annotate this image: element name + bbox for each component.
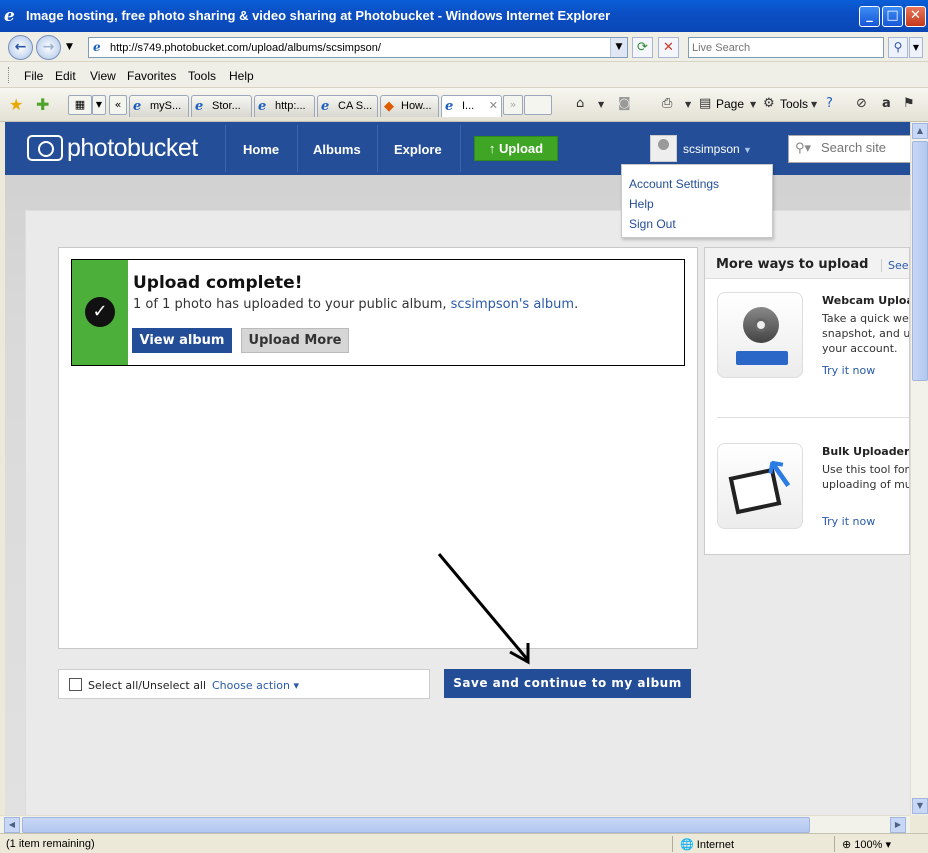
menu-favorites[interactable]: Favorites [127, 69, 176, 83]
tab-close-icon[interactable]: ✕ [489, 99, 498, 112]
add-favorite-icon[interactable]: ✚ [36, 95, 49, 114]
page-icon[interactable]: ▤ [699, 96, 711, 111]
scroll-right-icon[interactable]: ▶ [890, 817, 906, 833]
extension-icon[interactable]: ⚑ [903, 96, 915, 111]
status-divider [672, 836, 673, 852]
feeds-icon[interactable]: ◙ [618, 96, 631, 111]
address-bar[interactable]: e http://s749.photobucket.com/upload/alb… [88, 37, 628, 58]
tools-menu[interactable]: Tools [780, 97, 808, 111]
window-title: Image hosting, free photo sharing & vide… [26, 8, 611, 23]
site-favicon: ◆ [384, 99, 394, 114]
tab-active[interactable]: e I... ✕ [441, 95, 502, 117]
new-tab-button[interactable] [524, 95, 552, 115]
status-bar: (1 item remaining) 🌐 Internet ⊕ 100% ▾ [0, 833, 928, 853]
home-icon[interactable]: ⌂ [576, 96, 584, 111]
search-options-dropdown-icon[interactable]: ▼ [909, 37, 923, 58]
tab-scroll-right-icon[interactable]: » [503, 95, 523, 115]
page-dropdown-icon[interactable]: ▼ [750, 100, 756, 109]
ie-page-icon: e [258, 99, 267, 114]
maximize-button[interactable]: □ [882, 6, 903, 27]
home-dropdown-icon[interactable]: ▼ [598, 100, 604, 109]
refresh-button[interactable]: ⟳ [632, 37, 653, 58]
tab-1[interactable]: e myS... [129, 95, 189, 117]
history-dropdown-icon[interactable]: ▼ [66, 42, 73, 52]
research-icon[interactable]: ⊘ [856, 96, 867, 111]
scroll-left-icon[interactable]: ◀ [4, 817, 20, 833]
horizontal-scroll-thumb[interactable] [22, 817, 810, 833]
search-icon[interactable]: ⚲ [888, 37, 908, 58]
menu-tools[interactable]: Tools [188, 69, 216, 83]
tab-2[interactable]: e Stor... [191, 95, 252, 117]
annotation-arrow [437, 553, 530, 665]
arrow-shaft [437, 553, 529, 660]
page-viewport: photobucket Home Albums Explore ↑ Upload… [5, 122, 910, 815]
zoom-icon: ⊕ [842, 839, 855, 851]
print-dropdown-icon[interactable]: ▼ [685, 100, 691, 109]
ie-page-icon: e [133, 99, 142, 114]
window-titlebar: e Image hosting, free photo sharing & vi… [0, 0, 928, 32]
address-toolbar: ← → ▼ e http://s749.photobucket.com/uplo… [0, 32, 928, 62]
scroll-corner [910, 815, 928, 833]
tab-list-dropdown-icon[interactable]: ▼ [92, 95, 106, 115]
live-search-input[interactable] [689, 38, 883, 57]
tab-4[interactable]: e CA S... [317, 95, 378, 117]
ie-page-icon: e [195, 99, 204, 114]
forward-button[interactable]: → [36, 35, 61, 60]
address-dropdown-icon[interactable]: ▼ [610, 38, 627, 57]
zoom-dropdown-icon: ▾ [885, 839, 892, 851]
gear-icon[interactable]: ⚙ [763, 96, 775, 111]
zoom-level[interactable]: ⊕ 100% ▾ [842, 838, 891, 851]
menu-help[interactable]: Help [229, 69, 254, 83]
ie-page-icon: e [321, 99, 330, 114]
menu-bar: File Edit View Favorites Tools Help [0, 62, 928, 88]
tab-5[interactable]: ◆ How... [380, 95, 439, 117]
live-search-box[interactable] [688, 37, 884, 58]
quick-tabs-icon[interactable]: ▦ [68, 95, 92, 115]
menu-file[interactable]: File [24, 69, 43, 83]
scroll-up-icon[interactable]: ▲ [912, 123, 928, 139]
tab-scroll-left-icon[interactable]: « [109, 95, 127, 115]
page-menu[interactable]: Page [716, 97, 744, 111]
tab-3[interactable]: e http:... [254, 95, 315, 117]
help-icon[interactable]: ? [826, 96, 833, 111]
scroll-down-icon[interactable]: ▼ [912, 798, 928, 814]
vertical-scrollbar[interactable]: ▲ ▼ [910, 122, 928, 815]
minimize-button[interactable]: _ [859, 6, 880, 27]
security-zone[interactable]: 🌐 Internet [680, 838, 734, 851]
back-button[interactable]: ← [8, 35, 33, 60]
menu-view[interactable]: View [90, 69, 116, 83]
vertical-scroll-thumb[interactable] [912, 141, 928, 381]
favorites-star-icon[interactable]: ★ [9, 95, 23, 114]
toolbar-grip [8, 67, 11, 83]
status-divider [834, 836, 835, 852]
close-window-button[interactable]: ✕ [905, 6, 926, 27]
tools-dropdown-icon[interactable]: ▼ [811, 100, 817, 109]
page-icon: e [93, 40, 101, 54]
stop-button[interactable]: ✕ [658, 37, 679, 58]
address-url[interactable]: http://s749.photobucket.com/upload/album… [110, 42, 381, 54]
ie-page-icon: e [445, 99, 454, 114]
amazon-icon[interactable]: a [882, 96, 891, 111]
print-icon[interactable]: ⎙ [662, 96, 672, 111]
status-text: (1 item remaining) [6, 838, 95, 850]
globe-icon: 🌐 [680, 839, 697, 851]
menu-edit[interactable]: Edit [55, 69, 76, 83]
tab-toolbar: ★ ✚ ▦ ▼ « e myS... e Stor... e http:... e CA… [0, 88, 928, 122]
arrow-head [509, 643, 530, 665]
ie-logo-icon: e [4, 6, 15, 26]
horizontal-scrollbar[interactable]: ◀ ▶ [0, 815, 910, 833]
